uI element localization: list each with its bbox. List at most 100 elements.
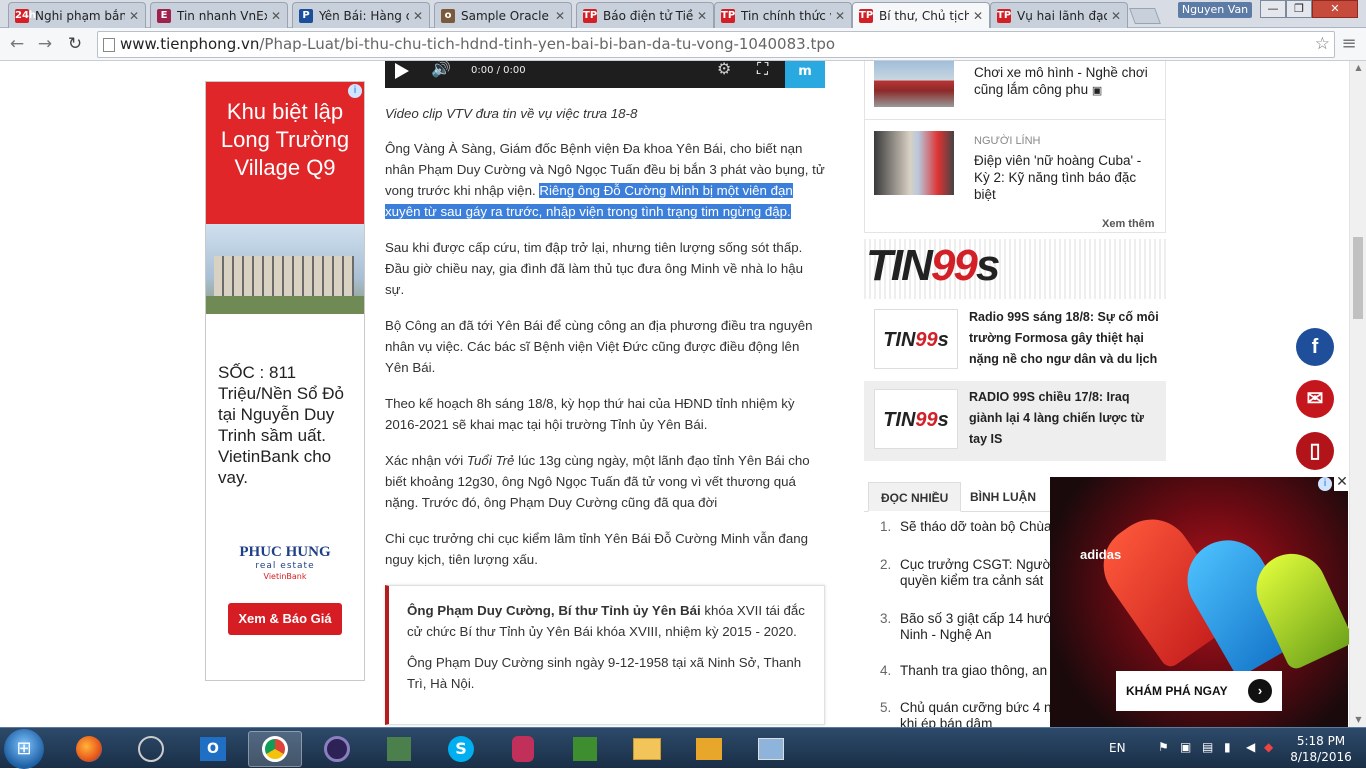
browser-tab[interactable]: 24h Nghi phạm bắn ✕ bbox=[8, 2, 146, 28]
close-window-button[interactable]: ✕ bbox=[1312, 0, 1358, 18]
facebook-share-icon[interactable]: f bbox=[1296, 328, 1334, 366]
start-button[interactable]: ⊞ bbox=[4, 729, 44, 769]
menu-icon[interactable]: ≡ bbox=[1338, 33, 1360, 55]
bookmark-star-icon[interactable]: ☆ bbox=[1315, 32, 1330, 57]
forward-button[interactable]: → bbox=[34, 33, 56, 55]
paragraph: Chi cục trưởng chi cục kiểm lâm tỉnh Yên… bbox=[385, 531, 809, 567]
volume-icon[interactable]: ◀ bbox=[1246, 740, 1255, 754]
more-link[interactable]: Xem thêm bbox=[1102, 218, 1155, 230]
ad-info-icon[interactable]: i bbox=[1318, 477, 1332, 491]
scroll-down-icon[interactable]: ▼ bbox=[1350, 713, 1366, 727]
remote-desktop-icon[interactable] bbox=[744, 731, 798, 767]
tab-close-icon[interactable]: ✕ bbox=[555, 9, 565, 23]
browser-tab[interactable]: E Tin nhanh VnEx ✕ bbox=[150, 2, 288, 28]
browser-tab[interactable]: P Yên Bái: Hàng c ✕ bbox=[292, 2, 430, 28]
paragraph: Bộ Công an đã tới Yên Bái để cùng công a… bbox=[385, 318, 813, 375]
tab-favicon-icon: TP bbox=[583, 8, 598, 23]
back-button[interactable]: ← bbox=[6, 33, 28, 55]
scroll-up-icon[interactable]: ▲ bbox=[1350, 61, 1366, 75]
tab-title: Nghi phạm bắn bbox=[35, 8, 125, 23]
eclipse-icon[interactable] bbox=[310, 731, 364, 767]
ad-right[interactable]: i ✕ adidas KHÁM PHÁ NGAY › bbox=[1050, 475, 1355, 727]
related-thumbnail bbox=[874, 61, 954, 107]
radio-item[interactable]: TIN99s Radio 99S sáng 18/8: Sự cố môi tr… bbox=[864, 301, 1166, 381]
browser-tab[interactable]: o Sample Oracle I ✕ bbox=[434, 2, 572, 28]
radio-title: Radio 99S sáng 18/8: Sự cố môi trường Fo… bbox=[969, 310, 1159, 366]
app-tray-icon[interactable]: ◆ bbox=[1264, 740, 1273, 754]
device-icon[interactable]: ▣ bbox=[1180, 740, 1191, 754]
app-icon[interactable] bbox=[124, 731, 178, 767]
browser-tab[interactable]: TP Báo điện tử Tiền ✕ bbox=[576, 2, 714, 28]
paragraph: Theo kế hoạch 8h sáng 18/8, kỳ họp thứ h… bbox=[385, 396, 795, 432]
video-player[interactable]: 🔊 0:00 / 0:00 ⚙ ⛶ m bbox=[385, 61, 825, 88]
scroll-thumb[interactable] bbox=[1353, 237, 1363, 319]
browser-tab[interactable]: TP Tin chính thức v ✕ bbox=[714, 2, 852, 28]
tab-close-icon[interactable]: ✕ bbox=[271, 9, 281, 23]
list-item[interactable]: 2. Cục trưởng CSGT: Người quyền kiểm tra c… bbox=[880, 557, 1060, 589]
ad-logo: PHUC HUNG bbox=[239, 544, 331, 560]
firefox-icon[interactable] bbox=[62, 731, 116, 767]
list-item[interactable]: 5. Chủ quán cưỡng bức 4 n khi ép bán dâm bbox=[880, 700, 1060, 727]
mobile-icon[interactable]: ▯ bbox=[1296, 432, 1334, 470]
tab-close-icon[interactable]: ✕ bbox=[413, 9, 423, 23]
fullscreen-icon[interactable]: ⛶ bbox=[757, 61, 768, 79]
network-icon[interactable]: ▤ bbox=[1202, 740, 1213, 754]
flag-icon[interactable]: ⚑ bbox=[1158, 740, 1169, 754]
media-player-icon[interactable] bbox=[682, 731, 736, 767]
tab-close-icon[interactable]: ✕ bbox=[1111, 9, 1121, 23]
explore-button[interactable]: KHÁM PHÁ NGAY › bbox=[1116, 671, 1282, 711]
web-page: Khu biệt lập Long Trường Village Q9 i SỐ… bbox=[0, 61, 1366, 727]
tab-close-icon[interactable]: ✕ bbox=[835, 9, 845, 23]
tab-comments[interactable]: BÌNH LUẬN bbox=[958, 482, 1048, 512]
list-item[interactable]: 3. Bão số 3 giật cấp 14 hướ Ninh - Nghệ An bbox=[880, 611, 1060, 643]
tab-close-icon[interactable]: ✕ bbox=[973, 9, 983, 23]
ad-left[interactable]: Khu biệt lập Long Trường Village Q9 i SỐ… bbox=[205, 81, 365, 681]
browser-tab-strip: 24h Nghi phạm bắn ✕ E Tin nhanh VnEx ✕ P Yên … bbox=[0, 0, 1366, 28]
address-bar[interactable]: www.tienphong.vn/Phap-Luat/bi-thu-chu-ti… bbox=[97, 31, 1335, 58]
chrome-icon[interactable] bbox=[248, 731, 302, 767]
play-icon[interactable] bbox=[395, 63, 409, 79]
tab-close-icon[interactable]: ✕ bbox=[697, 9, 707, 23]
radio-item[interactable]: TIN99s RADIO 99S chiều 17/8: Iraq giành … bbox=[864, 381, 1166, 461]
tab-close-icon[interactable]: ✕ bbox=[129, 9, 139, 23]
page-scrollbar[interactable]: ▲ ▼ bbox=[1349, 61, 1366, 727]
mail-share-icon[interactable]: ✉ bbox=[1296, 380, 1334, 418]
browser-tab[interactable]: TP Vụ hai lãnh đạo ✕ bbox=[990, 2, 1128, 28]
battery-icon[interactable]: ▮ bbox=[1224, 740, 1231, 754]
new-tab-button[interactable] bbox=[1129, 8, 1161, 24]
database-icon[interactable] bbox=[496, 731, 550, 767]
related-title: Chơi xe mô hình - Nghề chơi cũng lắm côn… bbox=[974, 65, 1148, 97]
related-category: NGƯỜI LÍNH bbox=[974, 135, 1041, 147]
related-title: Điệp viên 'nữ hoàng Cuba' - Kỳ 2: Kỹ năn… bbox=[974, 153, 1142, 202]
network-tool-icon[interactable] bbox=[372, 731, 426, 767]
ad-close-icon[interactable]: ✕ bbox=[1334, 475, 1350, 491]
paragraph: Sau khi được cấp cứu, tim đập trở lại, n… bbox=[385, 240, 804, 297]
tab-most-read[interactable]: ĐỌC NHIỀU bbox=[868, 482, 962, 512]
minimize-button[interactable]: — bbox=[1260, 0, 1286, 18]
restore-button[interactable]: ❐ bbox=[1286, 0, 1312, 18]
player-logo-icon: m bbox=[785, 61, 825, 88]
chart-app-icon[interactable] bbox=[558, 731, 612, 767]
tab-title: Sample Oracle I bbox=[461, 8, 551, 23]
ad-info-icon[interactable]: i bbox=[348, 84, 362, 98]
skype-icon[interactable]: S bbox=[434, 731, 488, 767]
tab-favicon-icon: TP bbox=[997, 8, 1012, 23]
settings-icon[interactable]: ⚙ bbox=[717, 61, 731, 78]
outlook-icon[interactable]: O bbox=[186, 731, 240, 767]
ad-logo-sub: real estate bbox=[255, 561, 315, 571]
file-explorer-icon[interactable] bbox=[620, 731, 674, 767]
tab-favicon-icon: TP bbox=[721, 8, 736, 23]
tin99-banner[interactable]: TIN99s bbox=[864, 239, 1166, 299]
tab-favicon-icon: TP bbox=[859, 8, 874, 23]
list-item[interactable]: 4. Thanh tra giao thông, an bbox=[880, 663, 1060, 679]
reload-button[interactable]: ↻ bbox=[64, 33, 86, 55]
browser-tab-active[interactable]: TP Bí thư, Chủ tịch ✕ bbox=[852, 2, 990, 28]
list-item[interactable]: 1. Sẽ tháo dỡ toàn bộ Chùa bbox=[880, 519, 1060, 535]
ad-cta-button[interactable]: Xem & Báo Giá bbox=[228, 603, 342, 635]
language-indicator[interactable]: EN bbox=[1109, 741, 1126, 755]
related-item[interactable]: Chơi xe mô hình - Nghề chơi cũng lắm côn… bbox=[874, 61, 1164, 119]
system-clock[interactable]: 5:18 PM 8/18/2016 bbox=[1286, 733, 1356, 765]
related-item[interactable]: NGƯỜI LÍNH Điệp viên 'nữ hoàng Cuba' - K… bbox=[874, 131, 1164, 202]
volume-icon[interactable]: 🔊 bbox=[431, 61, 451, 78]
profile-button[interactable]: Nguyen Van bbox=[1178, 2, 1252, 18]
